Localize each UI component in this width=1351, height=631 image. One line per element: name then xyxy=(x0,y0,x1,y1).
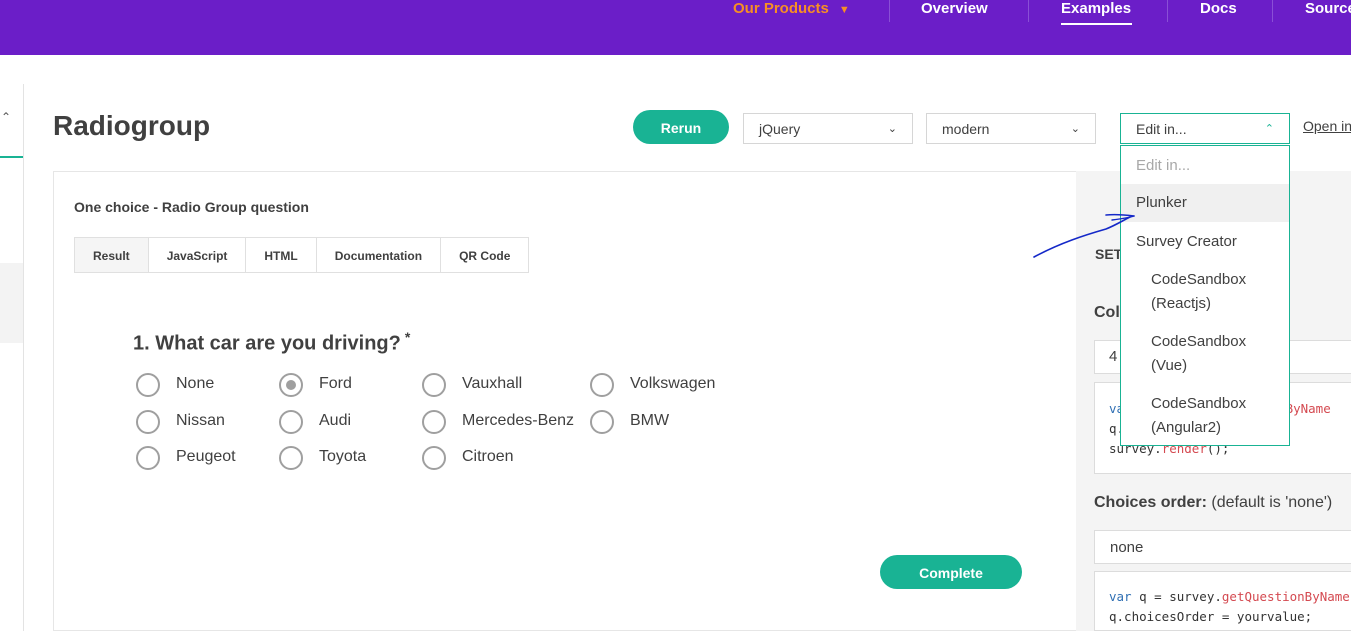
tab-javascript[interactable]: JavaScript xyxy=(148,238,247,272)
tab-html[interactable]: HTML xyxy=(246,238,317,272)
framework-select[interactable]: jQuery ⌄ xyxy=(743,113,913,144)
choice-label: Peugeot xyxy=(176,448,236,465)
option-label: Edit in... xyxy=(1136,157,1191,174)
nav-divider xyxy=(1272,0,1273,22)
nav-divider xyxy=(889,0,890,22)
open-in-link[interactable]: Open in xyxy=(1303,118,1351,134)
nav-divider xyxy=(1167,0,1168,22)
option-label-line: CodeSandbox xyxy=(1151,333,1247,350)
option-label-line: CodeSandbox xyxy=(1151,271,1247,288)
choice-label: Mercedes-Benz xyxy=(462,412,575,429)
nav-active-underline xyxy=(1061,23,1132,25)
nav-our-products[interactable]: Our Products ▼ xyxy=(733,0,850,17)
question-title: 1. What car are you driving? * xyxy=(133,329,410,356)
complete-button[interactable]: Complete xyxy=(880,555,1022,589)
edit-in-dropdown-list: Edit in... Plunker Survey Creator CodeSa… xyxy=(1120,145,1290,446)
option-label-line: (Angular2) xyxy=(1151,419,1222,436)
option-label-line: (Reactjs) xyxy=(1151,295,1212,312)
radio-button[interactable] xyxy=(279,410,303,434)
option-label-line: CodeSandbox xyxy=(1151,395,1247,412)
tab-result[interactable]: Result xyxy=(75,238,149,272)
code-token: q = survey. xyxy=(1131,589,1222,604)
nav-docs[interactable]: Docs xyxy=(1200,0,1237,17)
question-text: 1. What car are you driving? xyxy=(133,332,401,355)
code-line: var q = survey.getQuestionByName xyxy=(1109,589,1350,604)
code-token: var xyxy=(1109,589,1132,604)
choice-label: Audi xyxy=(319,412,352,429)
radio-button[interactable] xyxy=(136,373,160,397)
chevron-up-icon: ⌃ xyxy=(1264,123,1274,135)
radio-button[interactable] xyxy=(136,410,160,434)
dropdown-option-codesandbox-reactjs[interactable]: CodeSandbox (Reactjs) xyxy=(1121,268,1289,316)
choice-label: Citroen xyxy=(462,448,514,465)
tab-documentation[interactable]: Documentation xyxy=(316,238,442,272)
framework-select-value: jQuery xyxy=(759,121,801,137)
option-label-line: (Vue) xyxy=(1151,357,1188,374)
radio-button[interactable] xyxy=(279,446,303,470)
code-token: getQuestionByName xyxy=(1221,589,1350,604)
theme-select-value: modern xyxy=(942,121,990,137)
example-tabs: Result JavaScript HTML Documentation QR … xyxy=(74,237,530,273)
page-title: Radiogroup xyxy=(53,110,211,141)
chevron-down-icon: ▼ xyxy=(838,4,850,16)
nav-examples[interactable]: Examples xyxy=(1061,0,1131,17)
radio-button[interactable] xyxy=(590,373,614,397)
choices-order-value: none xyxy=(1110,539,1144,556)
radio-button[interactable] xyxy=(590,410,614,434)
required-mark: * xyxy=(404,329,411,345)
choice-label: Vauxhall xyxy=(462,375,523,392)
choice-label: None xyxy=(176,375,215,392)
choice-label: Volkswagen xyxy=(630,375,716,392)
chevron-down-icon: ⌄ xyxy=(887,123,897,135)
top-navbar xyxy=(0,0,1351,55)
chevron-down-icon: ⌄ xyxy=(1070,123,1080,135)
dropdown-option-plunker[interactable]: Plunker xyxy=(1121,184,1289,222)
theme-select[interactable]: modern ⌄ xyxy=(926,113,1096,144)
nav-our-products-label: Our Products xyxy=(733,0,829,17)
example-title: One choice - Radio Group question xyxy=(74,199,309,215)
nav-divider xyxy=(1028,0,1029,22)
choice-label: BMW xyxy=(630,412,670,429)
nav-overview[interactable]: Overview xyxy=(921,0,988,17)
edit-in-select[interactable]: Edit in... ⌃ xyxy=(1120,113,1290,144)
choice-label: Toyota xyxy=(319,448,367,465)
choices-order-hint: (default is 'none') xyxy=(1211,494,1333,511)
radio-button-checked[interactable] xyxy=(279,373,303,397)
annotation-arrow xyxy=(1033,213,1135,258)
tab-qr-code[interactable]: QR Code xyxy=(441,238,529,272)
radio-button[interactable] xyxy=(136,446,160,470)
choices-order-title: Choices order: xyxy=(1094,494,1207,511)
examples-sidebar xyxy=(0,84,24,631)
dropdown-option-survey-creator[interactable]: Survey Creator xyxy=(1121,230,1289,254)
dropdown-option-codesandbox-vue[interactable]: CodeSandbox (Vue) xyxy=(1121,330,1289,378)
dropdown-option-placeholder[interactable]: Edit in... xyxy=(1121,154,1289,178)
edit-in-select-value: Edit in... xyxy=(1136,121,1187,137)
radio-button[interactable] xyxy=(422,446,446,470)
sidebar-active-indicator xyxy=(0,156,23,158)
code-line: q.choicesOrder = yourvalue; xyxy=(1109,609,1313,624)
choice-label: Ford xyxy=(319,375,352,392)
chevron-up-icon[interactable]: ⌃ xyxy=(1,110,11,124)
dropdown-option-codesandbox-angular2[interactable]: CodeSandbox (Angular2) xyxy=(1121,392,1289,440)
column-count-value: 4 xyxy=(1109,348,1118,365)
nav-source[interactable]: Source xyxy=(1305,0,1351,17)
code-snippet-order: var q = survey.getQuestionByName q.choic… xyxy=(1094,571,1351,631)
sidebar-item-highlight[interactable] xyxy=(0,263,23,343)
choice-label: Nissan xyxy=(176,412,225,429)
choices-order-input[interactable]: none xyxy=(1094,530,1351,564)
radio-button[interactable] xyxy=(422,410,446,434)
rerun-button[interactable]: Rerun xyxy=(633,110,729,144)
choices-order-label: Choices order: (default is 'none') xyxy=(1094,494,1332,512)
radio-button[interactable] xyxy=(422,373,446,397)
option-label: Survey Creator xyxy=(1136,233,1237,250)
